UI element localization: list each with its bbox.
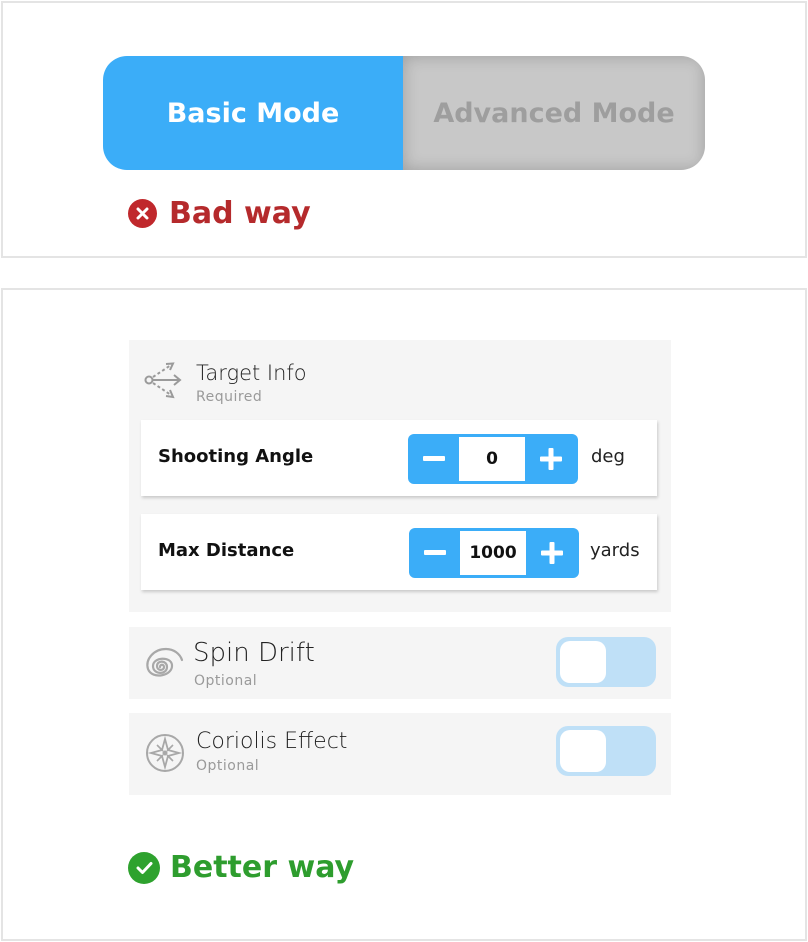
better-way-verdict: Better way (128, 850, 354, 885)
target-info-section: Target Info Required Shooting Angle 0 de… (129, 340, 671, 612)
spin-drift-title: Spin Drift (193, 638, 315, 668)
max-distance-label: Max Distance (158, 540, 295, 561)
compass-icon (145, 733, 185, 777)
minus-icon[interactable] (409, 528, 460, 578)
minus-icon[interactable] (408, 434, 459, 484)
shooting-angle-label: Shooting Angle (158, 446, 314, 467)
shooting-angle-value[interactable]: 0 (459, 437, 525, 481)
max-distance-value[interactable]: 1000 (460, 531, 526, 575)
coriolis-section: Coriolis Effect Optional (129, 713, 671, 795)
spiral-icon (138, 643, 184, 691)
bad-way-label: Bad way (169, 196, 311, 231)
max-distance-row: Max Distance 1000 yards (141, 514, 657, 590)
bad-way-verdict: Bad way (128, 196, 311, 231)
advanced-mode-button[interactable]: Advanced Mode (403, 56, 705, 170)
target-info-title: Target Info (196, 361, 307, 385)
spin-drift-toggle[interactable] (556, 637, 656, 687)
better-way-label: Better way (170, 850, 355, 885)
spin-drift-section: Spin Drift Optional (129, 627, 671, 699)
x-circle-icon (128, 199, 157, 228)
target-arrows-icon (143, 360, 185, 406)
plus-icon[interactable] (526, 528, 577, 578)
max-distance-stepper[interactable]: 1000 (409, 528, 579, 578)
toggle-knob (560, 641, 606, 683)
spin-drift-subtitle: Optional (194, 673, 258, 689)
plus-icon[interactable] (525, 434, 576, 484)
max-distance-unit: yards (590, 540, 640, 561)
check-circle-icon (128, 851, 160, 884)
coriolis-subtitle: Optional (196, 758, 260, 774)
basic-mode-button[interactable]: Basic Mode (103, 56, 403, 170)
shooting-angle-row: Shooting Angle 0 deg (141, 420, 657, 496)
target-info-subtitle: Required (196, 389, 263, 405)
mode-toggle[interactable]: Basic Mode Advanced Mode (103, 56, 705, 170)
toggle-knob (560, 730, 606, 772)
coriolis-title: Coriolis Effect (196, 729, 348, 754)
shooting-angle-unit: deg (591, 446, 625, 467)
shooting-angle-stepper[interactable]: 0 (408, 434, 578, 484)
coriolis-toggle[interactable] (556, 726, 656, 776)
